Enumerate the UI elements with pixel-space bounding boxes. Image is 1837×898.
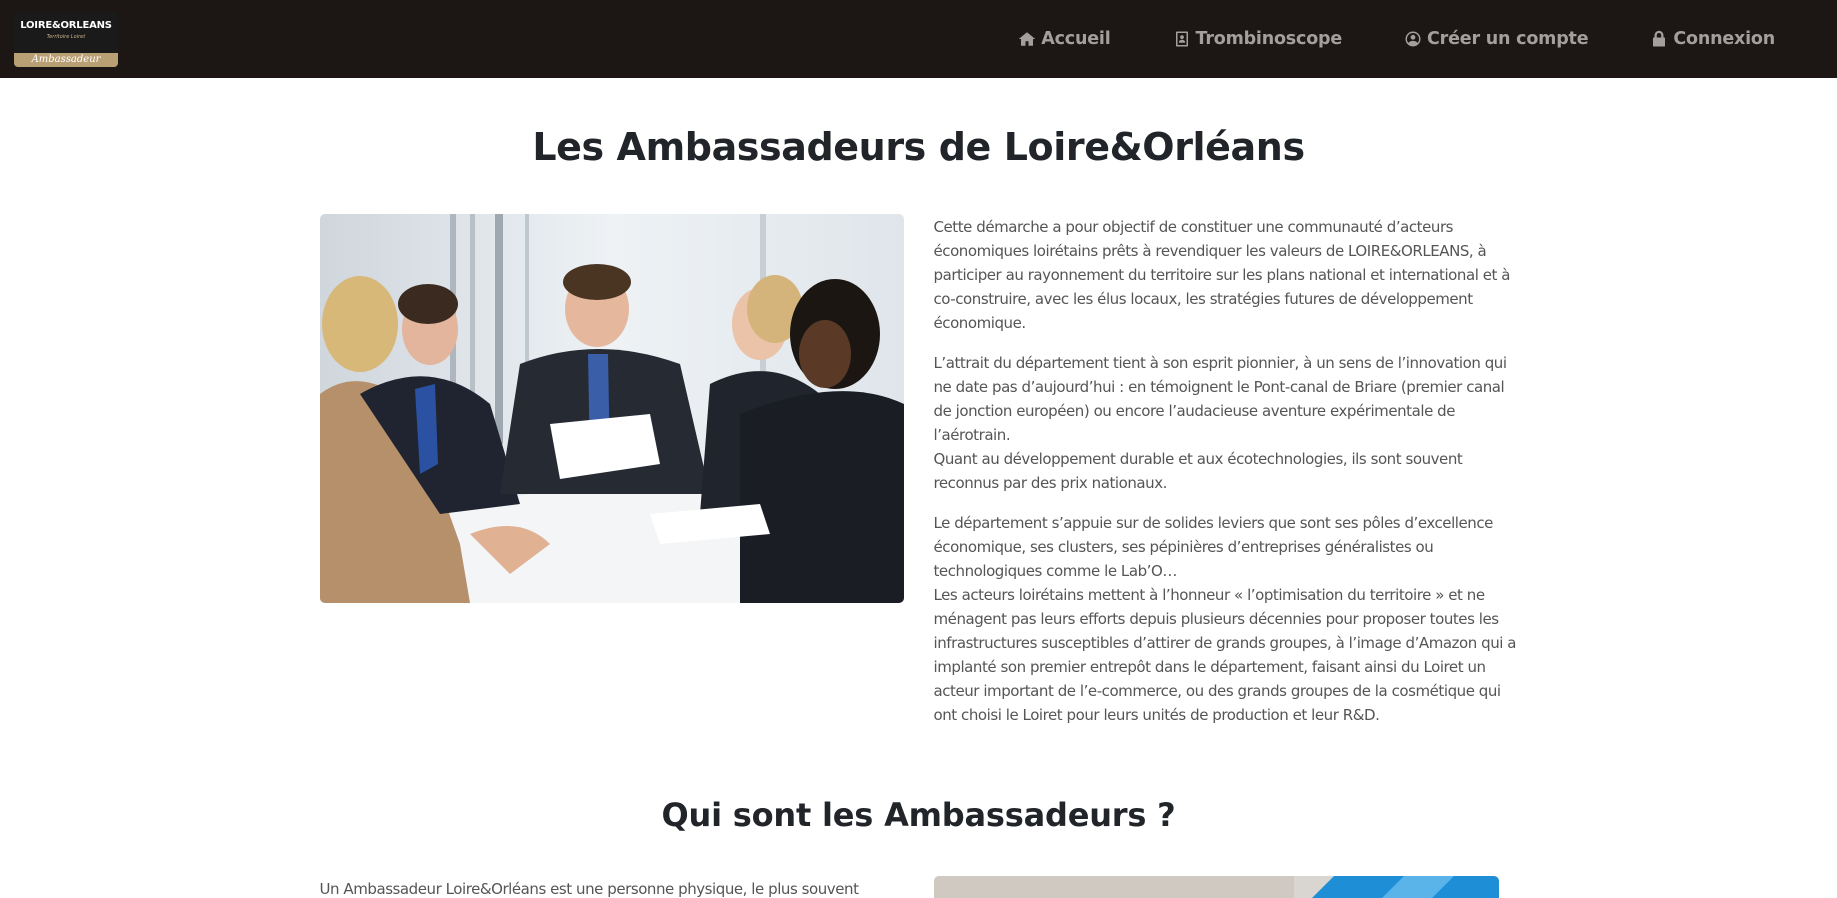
- intro-paragraph-2: L’attrait du département tient à son esp…: [933, 353, 1508, 444]
- nav-connexion-label: Connexion: [1673, 29, 1775, 49]
- site-logo[interactable]: LOIRE&ORLEANS Territoire Loiret Ambassad…: [14, 11, 118, 67]
- ambassadeurs-text: Un Ambassadeur Loire&Orléans est une per…: [319, 879, 859, 898]
- logo-subtitle: Territoire Loiret: [46, 33, 86, 40]
- main-content: Les Ambassadeurs de Loire&Orléans Cette …: [319, 78, 1518, 898]
- intro-row: Cette démarche a pour objectif de consti…: [319, 213, 1518, 743]
- intro-paragraph-5: Les acteurs loirétains mettent à l’honne…: [933, 585, 1517, 724]
- nav-creer-compte[interactable]: Créer un compte: [1404, 29, 1589, 49]
- main-nav: Accueil Trombinoscope Créer un compte Co…: [956, 29, 1775, 49]
- nav-accueil[interactable]: Accueil: [1018, 29, 1111, 49]
- nav-trombinoscope-label: Trombinoscope: [1195, 29, 1343, 49]
- lock-icon: [1653, 30, 1666, 47]
- logo-title: LOIRE&ORLEANS: [20, 19, 112, 31]
- contact-card-icon: [1175, 31, 1188, 47]
- ambassadeurs-graphic: [933, 875, 1499, 898]
- page-title: Les Ambassadeurs de Loire&Orléans: [532, 125, 1305, 169]
- business-meeting-photo: [319, 213, 904, 603]
- ambassadeurs-row: Un Ambassadeur Loire&Orléans est une per…: [319, 875, 1518, 898]
- logo-ambassadeur: Ambassadeur: [14, 52, 118, 67]
- intro-text: Cette démarche a pour objectif de consti…: [934, 215, 1518, 743]
- meeting-illustration: [319, 213, 904, 603]
- top-navbar: LOIRE&ORLEANS Territoire Loiret Ambassad…: [0, 0, 1837, 78]
- home-icon: [1019, 32, 1036, 46]
- section-title-ambassadeurs: Qui sont les Ambassadeurs ?: [661, 795, 1176, 834]
- nav-trombinoscope[interactable]: Trombinoscope: [1173, 29, 1343, 49]
- nav-connexion[interactable]: Connexion: [1650, 29, 1775, 49]
- intro-paragraph-4: Le département s’appuie sur de solides l…: [933, 513, 1494, 580]
- intro-paragraph-1: Cette démarche a pour objectif de consti…: [933, 217, 1511, 332]
- user-circle-icon: [1405, 31, 1421, 47]
- nav-accueil-label: Accueil: [1041, 29, 1111, 49]
- intro-paragraph-3: Quant au développement durable et aux éc…: [933, 449, 1463, 492]
- nav-creer-compte-label: Créer un compte: [1427, 29, 1589, 49]
- ambassadeurs-image: [933, 875, 1499, 898]
